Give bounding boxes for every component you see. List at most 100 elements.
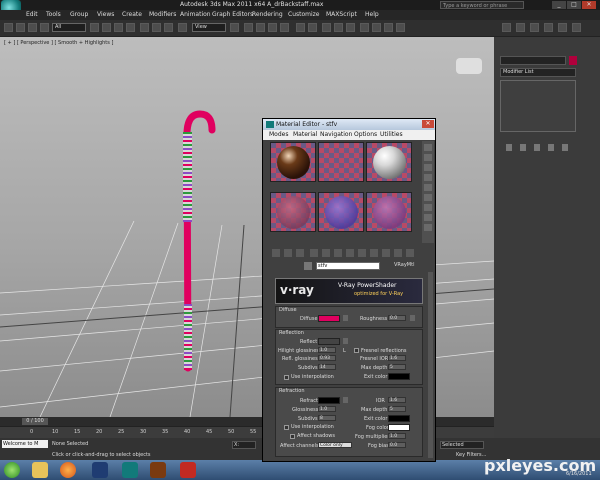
window-crossing-icon[interactable]	[126, 23, 135, 32]
remove-modifier-icon[interactable]	[548, 144, 554, 151]
key-filters-button[interactable]: Key Filters...	[456, 452, 486, 458]
angle-snap-icon[interactable]	[256, 23, 265, 32]
video-color-check-icon[interactable]	[424, 184, 432, 191]
material-name-input[interactable]: stfv	[316, 262, 380, 270]
undo-icon[interactable]	[4, 23, 13, 32]
fog-multiplier-spinner[interactable]: 1.0	[388, 433, 406, 439]
x-coordinate-field[interactable]: X:	[232, 441, 256, 449]
search-input[interactable]: Type a keyword or phrase	[440, 1, 524, 9]
layer-icon[interactable]	[322, 23, 331, 32]
material-slot-5[interactable]	[318, 192, 364, 232]
affect-shadows-checkbox[interactable]	[290, 434, 295, 439]
make-preview-icon[interactable]	[424, 194, 432, 201]
material-slot-6[interactable]	[366, 192, 412, 232]
material-slot-2[interactable]	[318, 142, 364, 182]
start-button-icon[interactable]	[4, 462, 20, 478]
menu-create[interactable]: Create	[122, 11, 142, 18]
fog-color-swatch[interactable]	[388, 424, 410, 431]
make-copy-icon[interactable]	[322, 249, 330, 257]
viewport-label[interactable]: [ + ] [ Perspective ] [ Smooth + Highlig…	[4, 40, 113, 46]
hilight-lock-button[interactable]: L	[343, 348, 346, 354]
go-to-parent-icon[interactable]	[394, 249, 402, 257]
rotate-icon[interactable]	[152, 23, 161, 32]
unlink-icon[interactable]	[40, 23, 49, 32]
maxscript-listener[interactable]: Welcome to M	[2, 440, 48, 448]
modify-tab-icon[interactable]	[516, 23, 525, 32]
material-slot-3[interactable]	[366, 142, 412, 182]
pivot-icon[interactable]	[230, 23, 239, 32]
options-icon[interactable]	[424, 204, 432, 211]
reference-coordinate-dropdown[interactable]: View	[192, 23, 226, 32]
refr-use-interpolation-checkbox[interactable]	[284, 425, 289, 430]
object-color-swatch[interactable]	[569, 56, 577, 65]
explorer-icon[interactable]	[32, 462, 48, 478]
backlight-icon[interactable]	[424, 154, 432, 161]
illustrator-icon[interactable]	[150, 462, 166, 478]
refract-map-button[interactable]	[343, 397, 348, 403]
hilight-glossiness-spinner[interactable]: 1.0	[318, 347, 336, 353]
display-tab-icon[interactable]	[558, 23, 567, 32]
sample-uv-tiling-icon[interactable]	[424, 174, 432, 181]
render-frame-icon[interactable]	[384, 23, 393, 32]
firefox-icon[interactable]	[60, 462, 76, 478]
percent-snap-icon[interactable]	[268, 23, 277, 32]
menu-modifiers[interactable]: Modifiers	[149, 11, 176, 18]
object-name-input[interactable]	[500, 56, 566, 65]
photoshop-icon[interactable]	[92, 462, 108, 478]
refl-exit-color-swatch[interactable]	[388, 373, 410, 380]
refr-subdivs-spinner[interactable]: 8	[318, 415, 336, 421]
put-to-library-icon[interactable]	[346, 249, 354, 257]
render-setup-icon[interactable]	[372, 23, 381, 32]
go-forward-sibling-icon[interactable]	[406, 249, 414, 257]
reflect-map-button[interactable]	[343, 338, 348, 344]
refl-glossiness-spinner[interactable]: 0.93	[318, 355, 336, 361]
show-end-result-icon[interactable]	[382, 249, 390, 257]
material-editor-scrollbar[interactable]	[428, 272, 433, 458]
affect-channels-dropdown[interactable]: Color only	[318, 442, 352, 448]
roughness-spinner[interactable]: 0.0	[388, 315, 406, 321]
minimize-button[interactable]: _	[552, 1, 566, 9]
reset-map-icon[interactable]	[310, 249, 318, 257]
modifier-stack[interactable]	[500, 80, 576, 132]
region-select-icon[interactable]	[114, 23, 123, 32]
material-slot-4[interactable]	[270, 192, 316, 232]
select-icon[interactable]	[90, 23, 99, 32]
me-menu-options[interactable]: Options	[354, 131, 377, 138]
menu-views[interactable]: Views	[97, 11, 114, 18]
motion-tab-icon[interactable]	[544, 23, 553, 32]
material-editor-icon[interactable]	[360, 23, 369, 32]
refr-max-depth-spinner[interactable]: 5	[388, 406, 406, 412]
menu-animation[interactable]: Animation	[180, 11, 211, 18]
menu-help[interactable]: Help	[365, 11, 379, 18]
hierarchy-tab-icon[interactable]	[530, 23, 539, 32]
menu-rendering[interactable]: Rendering	[252, 11, 283, 18]
pin-stack-icon[interactable]	[506, 144, 512, 151]
material-editor-close-button[interactable]: ✕	[422, 120, 434, 128]
show-end-result-icon[interactable]	[520, 144, 526, 151]
configure-modifier-sets-icon[interactable]	[562, 144, 568, 151]
utilities-tab-icon[interactable]	[572, 23, 581, 32]
acrobat-icon[interactable]	[180, 462, 196, 478]
create-tab-icon[interactable]	[502, 23, 511, 32]
glossiness-spinner[interactable]: 1.0	[318, 406, 336, 412]
me-menu-navigation[interactable]: Navigation	[320, 131, 352, 138]
align-icon[interactable]	[308, 23, 317, 32]
menu-edit[interactable]: Edit	[26, 11, 38, 18]
menu-group[interactable]: Group	[70, 11, 88, 18]
refr-exit-color-swatch[interactable]	[388, 415, 410, 422]
key-selection-dropdown[interactable]: Selected	[440, 441, 484, 449]
menu-graph-editors[interactable]: Graph Editors	[212, 11, 253, 18]
material-type-button[interactable]: VRayMtl	[394, 262, 414, 268]
diffuse-map-button[interactable]	[343, 315, 348, 321]
show-map-in-viewport-icon[interactable]	[370, 249, 378, 257]
snap-icon[interactable]	[244, 23, 253, 32]
refl-max-depth-spinner[interactable]: 5	[388, 364, 406, 370]
fresnel-ior-spinner[interactable]: 1.6	[388, 355, 406, 361]
diffuse-color-swatch[interactable]	[318, 315, 340, 322]
select-by-name-icon[interactable]	[102, 23, 111, 32]
reference-coord-icon[interactable]	[178, 23, 187, 32]
link-icon[interactable]	[28, 23, 37, 32]
make-unique-icon[interactable]	[534, 144, 540, 151]
fog-bias-spinner[interactable]: 0.0	[388, 442, 406, 448]
make-unique-icon[interactable]	[334, 249, 342, 257]
